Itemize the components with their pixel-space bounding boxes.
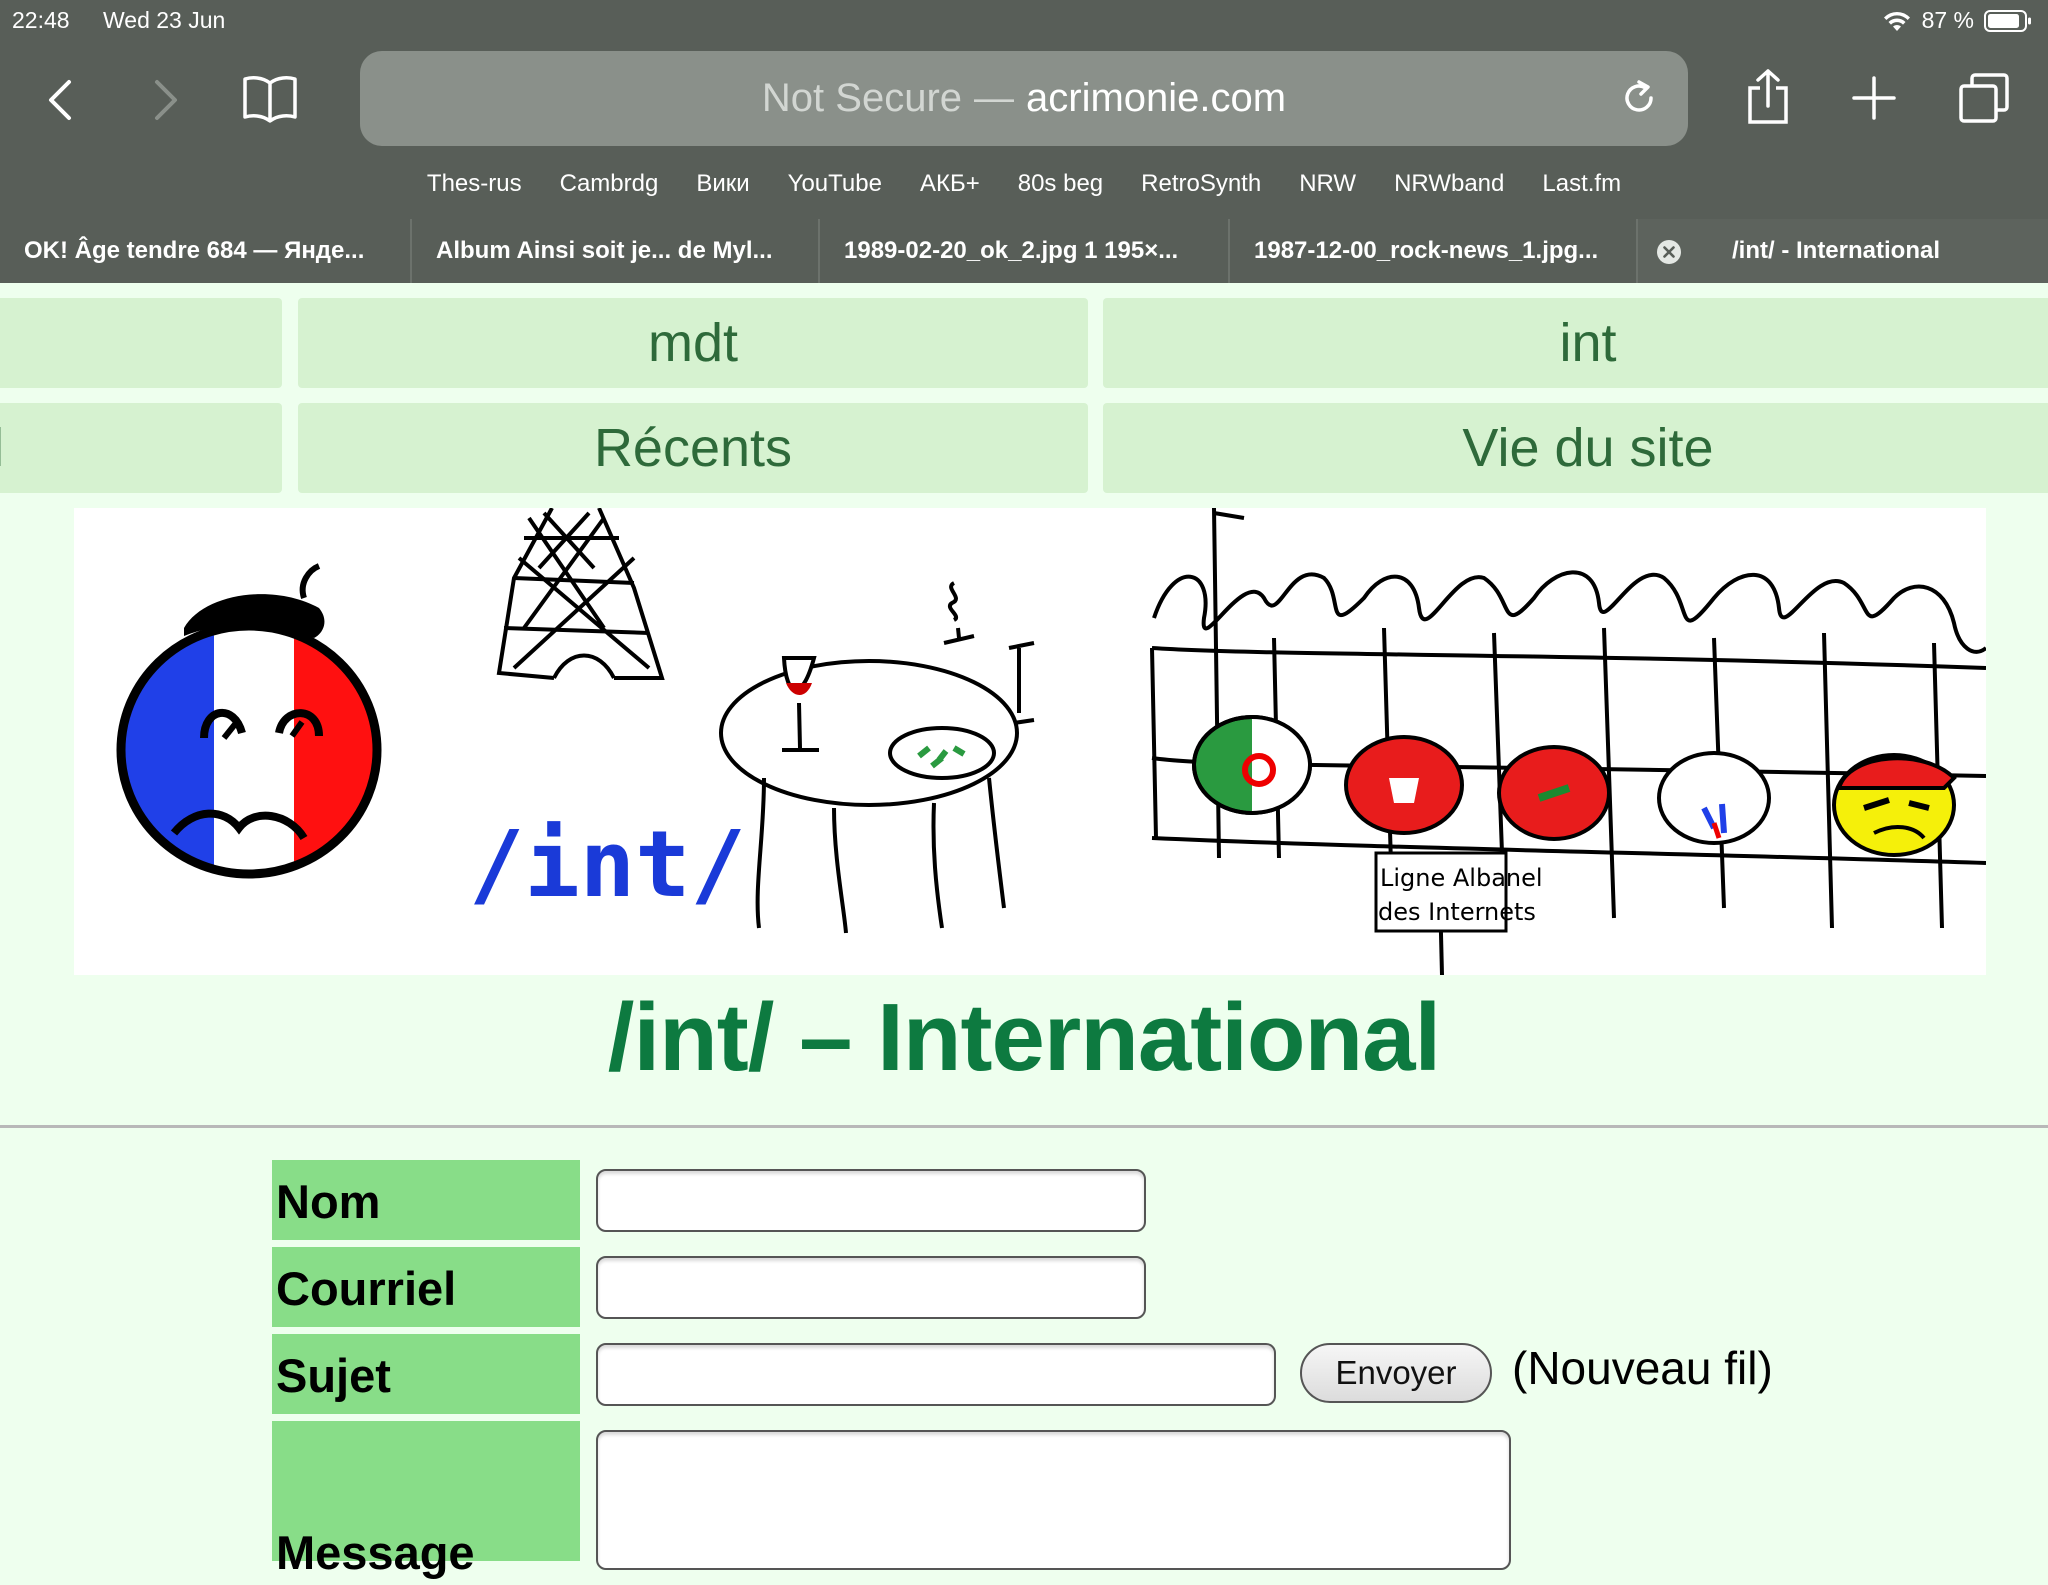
favorite-link[interactable]: Вики [696,166,749,206]
nav-link-label: Récents [593,418,793,478]
battery-percentage: 87 % [1921,7,1974,33]
banner-drawing: /int/ Ligne Albanel des Internets [116,508,1986,975]
country-balls-drawing [1192,715,1957,857]
tab-title: 1989-02-20_ok_2.jpg 1 195×... [844,237,1179,264]
address-bar[interactable]: Not Secure — acrimonie.com [360,51,1688,146]
nav-link-left-bottom[interactable]: il [0,403,282,493]
status-right: 87 % [1882,7,2032,34]
favorite-link[interactable]: Cambrdg [560,166,659,206]
open-book-icon [243,76,297,123]
name-label: Nom [272,1160,580,1240]
nav-link-int[interactable]: int [1103,298,2048,388]
address-domain: acrimonie.com [1026,76,1287,120]
email-label: Courriel [272,1247,580,1327]
favorite-link[interactable]: Last.fm [1542,166,1621,206]
nav-link-recents[interactable]: Récents [298,403,1088,493]
name-input[interactable] [596,1169,1146,1232]
board-banner: /int/ Ligne Albanel des Internets [74,508,1986,975]
banner-sign-line1: Ligne Albanel [1380,864,1543,892]
browser-tab[interactable]: 1987-12-00_rock-news_1.jpg... [1230,219,1638,283]
new-thread-note: (Nouveau fil) [1512,1342,1773,1394]
nav-link-label: il [0,417,4,479]
browser-tab[interactable]: OK! Âge tendre 684 — Янде... [0,219,412,283]
favorite-link[interactable]: NRW [1299,166,1356,206]
forward-button[interactable] [146,74,186,126]
plus-icon [1852,76,1896,120]
browser-chrome: 22:48 Wed 23 Jun 87 % Not Secure — acrim… [0,0,2048,283]
banner-sign-line2: des Internets [1378,898,1536,926]
browser-tab[interactable]: 1989-02-20_ok_2.jpg 1 195×... [820,219,1230,283]
security-status: Not Secure [761,76,963,120]
page-title: /int/ – International [607,984,1441,1091]
bookmarks-button[interactable] [240,70,300,126]
tab-bar: OK! Âge tendre 684 — Янде... Album Ainsi… [0,219,2048,283]
favorite-link[interactable]: Thes-rus [427,166,522,206]
cafe-table-drawing [719,581,1035,934]
nav-link-mdt[interactable]: mdt [298,298,1088,388]
favorite-link[interactable]: 80s beg [1018,166,1103,206]
status-time: 22:48 [12,7,70,33]
browser-tab-active[interactable]: /int/ - International [1638,219,2048,283]
share-icon [1748,69,1788,124]
close-circle-icon[interactable] [1656,239,1682,265]
status-bar: 22:48 Wed 23 Jun 87 % [0,0,2048,40]
tabs-overview-icon [1959,73,2009,123]
chevron-left-icon [49,80,71,120]
tab-title: 1987-12-00_rock-news_1.jpg... [1254,237,1599,264]
nav-link-label: Vie du site [1462,418,1714,478]
battery-icon [1984,9,2031,32]
favorite-link[interactable]: АКБ+ [920,166,980,206]
message-label: Message [272,1421,580,1579]
favorite-link[interactable]: NRWband [1394,166,1504,206]
eiffel-tower-drawing [496,508,665,680]
back-button[interactable] [40,74,80,126]
nav-link-left-top[interactable] [0,298,282,388]
tabs-overview-button[interactable] [1956,70,2012,126]
subject-input[interactable] [596,1343,1276,1406]
favorite-link[interactable]: YouTube [788,166,882,206]
banner-board-tag: /int/ [469,811,746,918]
email-input[interactable] [596,1256,1146,1319]
message-textarea[interactable] [596,1430,1511,1570]
tab-title: Album Ainsi soit je... de Myl... [436,237,773,264]
france-ball-drawing [116,563,382,879]
nav-link-vie-du-site[interactable]: Vie du site [1103,403,2048,493]
submit-button[interactable]: Envoyer [1300,1343,1492,1403]
divider [0,1125,2048,1128]
subject-label: Sujet [272,1334,580,1414]
address-separator: — [974,76,1015,120]
wifi-icon [1883,11,1910,31]
favorite-link[interactable]: RetroSynth [1141,166,1261,206]
page-content: mdt int il Récents Vie du site [0,283,2048,1579]
nav-link-label: int [1559,313,1617,373]
status-date: Wed 23 Jun [103,7,226,33]
chevron-right-icon [155,80,177,120]
favorites-bar: Thes-rus Cambrdg Вики YouTube АКБ+ 80s b… [0,166,2048,206]
share-button[interactable] [1742,66,1794,128]
reload-icon[interactable] [1618,77,1660,119]
tab-title: OK! Âge tendre 684 — Янде... [24,237,365,264]
new-tab-button[interactable] [1848,72,1900,124]
browser-tab[interactable]: Album Ainsi soit je... de Myl... [412,219,820,283]
nav-link-label: mdt [647,313,739,373]
tab-title: /int/ - International [1732,237,1940,264]
